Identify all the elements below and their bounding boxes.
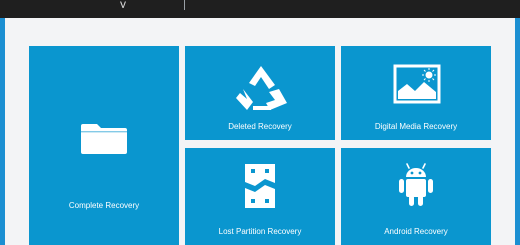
deleted-recovery-tile[interactable]: Deleted Recovery — [185, 46, 335, 140]
digital-media-recovery-label: Digital Media Recovery — [374, 122, 458, 131]
title-bar: y — [0, 0, 520, 18]
digital-media-recovery-tile[interactable]: Digital Media Recovery — [341, 46, 491, 140]
complete-recovery-label: Complete Recovery — [68, 201, 140, 210]
folder-icon — [81, 124, 127, 154]
android-recovery-tile[interactable]: Android Recovery — [341, 148, 491, 245]
image-icon — [393, 64, 441, 104]
recycle-icon — [236, 66, 287, 110]
title-divider — [184, 0, 185, 10]
window-title-fragment: y — [120, 0, 126, 8]
android-icon — [399, 163, 433, 206]
broken-drive-icon — [245, 164, 275, 208]
lost-partition-recovery-label: Lost Partition Recovery — [218, 227, 302, 236]
lost-partition-recovery-tile[interactable]: Lost Partition Recovery — [185, 148, 335, 245]
window-frame-right — [515, 18, 520, 245]
deleted-recovery-label: Deleted Recovery — [228, 122, 292, 131]
android-recovery-label: Android Recovery — [384, 227, 448, 236]
complete-recovery-tile[interactable]: Complete Recovery — [29, 46, 179, 245]
recovery-options-panel: Complete Recovery Deleted Recovery Digit… — [5, 18, 515, 245]
